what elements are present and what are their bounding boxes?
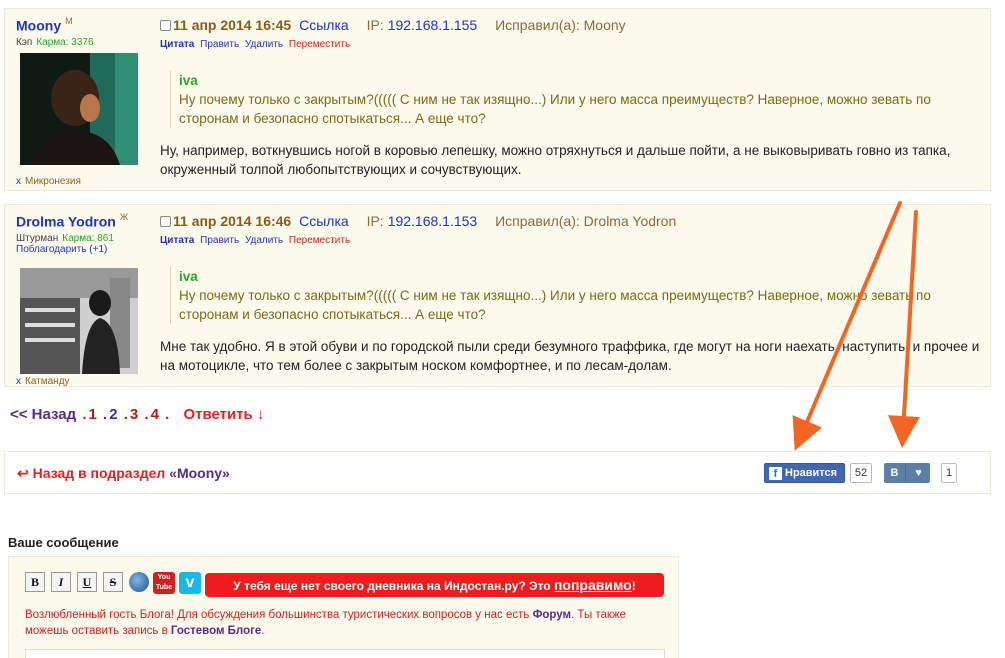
select-checkbox[interactable] <box>160 216 171 227</box>
pager-separator: . <box>82 406 87 423</box>
pagination: << Назад .1 .2 .3 .4 . Ответить ↓ <box>10 406 264 423</box>
facebook-icon: f <box>769 467 782 480</box>
post-author-block: Moony М Кэп Карма: 3376 x Микронезия <box>16 16 146 187</box>
edit-link[interactable]: Править <box>200 39 239 50</box>
quote-block: iva Ну почему только с закрытым?((((( С … <box>170 71 985 128</box>
italic-button[interactable]: I <box>51 572 71 592</box>
post-actions: Цитата Править Удалить Переместить <box>160 235 353 246</box>
quote-link[interactable]: Цитата <box>160 39 194 50</box>
ip-label: IP: <box>366 17 384 33</box>
ip-label: IP: <box>366 213 384 229</box>
promo-text: У тебя еще нет своего дневника на Индост… <box>233 579 551 593</box>
section-name: «Moony» <box>169 465 230 481</box>
guest-notice-text: Возлюбленный гость Блога! Для обсуждения… <box>25 609 530 621</box>
select-checkbox[interactable] <box>160 20 171 31</box>
post: Drolma Yodron Ж Штурман Карма: 861 Поблаго… <box>4 204 991 387</box>
pager-page-2: 2 <box>109 406 118 423</box>
author-karma: Карма: 3376 <box>36 37 94 49</box>
delete-link[interactable]: Удалить <box>245 39 283 50</box>
your-message-title: Ваше сообщение <box>8 535 119 550</box>
move-link[interactable]: Переместить <box>289 235 350 246</box>
quote-link[interactable]: Цитата <box>160 235 194 246</box>
facebook-like-button[interactable]: f Нравится <box>764 463 845 483</box>
guestbook-link[interactable]: Гостевом Блоге <box>171 625 261 637</box>
back-to-section-bar: ↩ Назад в подраздел «Moony» f Нравится 5… <box>4 451 991 494</box>
guest-notice: Возлюбленный гость Блога! Для обсуждения… <box>25 607 665 639</box>
vimeo-icon[interactable]: v <box>179 572 201 594</box>
post-header: 11 апр 2014 16:45 Ссылка IP: 192.168.1.15… <box>160 17 626 33</box>
post: Moony М Кэп Карма: 3376 x Микронезия 11 апр… <box>4 8 991 191</box>
author-rank: Штурман <box>16 233 59 245</box>
diary-promo-banner[interactable]: У тебя еще нет своего дневника на Индост… <box>205 573 664 597</box>
globe-link-icon[interactable] <box>129 572 149 592</box>
reply-link[interactable]: Ответить ↓ <box>183 406 264 423</box>
ip-value[interactable]: 192.168.1.153 <box>388 213 478 229</box>
quote-block: iva Ну почему только с закрытым?((((( С … <box>170 267 985 324</box>
gender-badge: Ж <box>119 212 129 222</box>
youtube-icon[interactable]: You Tube <box>153 572 175 594</box>
post-author-block: Drolma Yodron Ж Штурман Карма: 861 Поблаго… <box>16 212 146 387</box>
author-rank: Кэп <box>16 37 33 49</box>
vk-icon: В <box>884 463 906 483</box>
post-actions: Цитата Править Удалить Переместить <box>160 39 353 50</box>
quote-text: Ну почему только с закрытым?((((( С ним … <box>179 288 931 322</box>
back-to-section-link[interactable]: ↩ Назад в подраздел «Moony» <box>17 465 230 482</box>
facebook-like-label: Нравится <box>785 467 838 479</box>
bold-button[interactable]: B <box>25 572 45 592</box>
avatar[interactable] <box>20 53 138 165</box>
avatar[interactable] <box>20 268 138 374</box>
guest-notice-text: . <box>261 625 265 637</box>
edit-link[interactable]: Править <box>200 235 239 246</box>
edited-by: Исправил(а): Drolma Yodron <box>495 213 677 229</box>
message-textarea[interactable] <box>25 649 665 658</box>
quote-text: Ну почему только с закрытым?((((( С ним … <box>179 92 931 126</box>
author-location: Микронезия <box>25 176 81 187</box>
return-arrow-icon: ↩ <box>17 465 29 481</box>
heart-icon: ♥ <box>915 467 922 479</box>
pager-separator: . <box>144 406 149 423</box>
quote-author: iva <box>179 269 198 284</box>
edited-by: Исправил(а): Moony <box>495 17 626 33</box>
post-date: 11 апр 2014 16:45 <box>173 17 292 33</box>
pager-back-link[interactable]: << Назад <box>10 406 76 423</box>
thanks-link[interactable]: Поблагодарить (+1) <box>16 244 146 255</box>
delete-link[interactable]: Удалить <box>245 235 283 246</box>
post-date: 11 апр 2014 16:46 <box>173 213 292 229</box>
back-to-section-text: Назад в подраздел <box>32 465 166 481</box>
pager-page-4[interactable]: 4 <box>151 406 159 423</box>
message-editor: B I U S You Tube v У тебя еще нет своего… <box>8 556 679 658</box>
post-header: 11 апр 2014 16:46 Ссылка IP: 192.168.1.15… <box>160 213 676 229</box>
location-remove[interactable]: x <box>16 176 21 187</box>
location-remove[interactable]: x <box>16 376 21 387</box>
post-link[interactable]: Ссылка <box>299 17 349 33</box>
author-name[interactable]: Moony <box>16 17 61 33</box>
author-name[interactable]: Drolma Yodron <box>16 213 116 229</box>
gender-badge: М <box>65 16 73 26</box>
author-karma: Карма: 861 <box>62 233 114 245</box>
pager-separator: . <box>103 406 108 423</box>
vk-like-count: 1 <box>941 463 957 483</box>
promo-link[interactable]: поправимо <box>554 577 632 593</box>
quote-author: iva <box>179 73 198 88</box>
move-link[interactable]: Переместить <box>289 39 350 50</box>
forum-link[interactable]: Форум <box>533 609 571 621</box>
facebook-like-count: 52 <box>850 463 872 483</box>
strikethrough-button[interactable]: S <box>103 572 123 592</box>
post-message: Ну, например, воткнувшись ногой в коровь… <box>160 143 951 177</box>
author-location: Катманду <box>25 376 70 387</box>
pager-page-1[interactable]: 1 <box>89 406 97 423</box>
post-link[interactable]: Ссылка <box>299 213 349 229</box>
post-message: Мне так удобно. Я в этой обуви и по горо… <box>160 339 980 373</box>
vk-like-button[interactable]: В ♥ <box>884 463 930 483</box>
promo-end: ! <box>631 579 636 593</box>
pager-separator: . <box>165 406 170 423</box>
ip-value[interactable]: 192.168.1.155 <box>388 17 478 33</box>
pager-page-3[interactable]: 3 <box>130 406 138 423</box>
pager-separator: . <box>123 406 128 423</box>
underline-button[interactable]: U <box>77 572 97 592</box>
